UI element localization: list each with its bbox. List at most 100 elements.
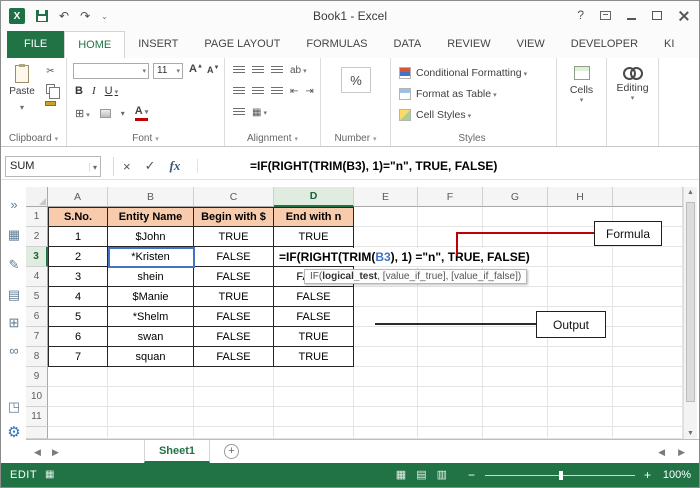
cell-B5[interactable]: $Manie — [108, 287, 194, 307]
binoculars-icon[interactable]: ∞ — [2, 343, 26, 359]
settings-gear-icon[interactable]: ⚙ — [2, 425, 26, 441]
decrease-indent-icon[interactable]: ⇤ — [290, 86, 298, 97]
conditional-formatting-button[interactable]: Conditional Formatting — [399, 64, 527, 82]
cell-G9[interactable] — [483, 367, 548, 387]
percent-style-button[interactable]: % — [341, 67, 371, 93]
vertical-scrollbar[interactable]: ▲ ▼ — [683, 187, 697, 439]
cell-B2[interactable]: $John — [108, 227, 194, 247]
cell-H3[interactable] — [548, 247, 613, 267]
expand-icon[interactable]: ◳ — [2, 399, 26, 415]
cell-C10[interactable] — [194, 387, 274, 407]
cell-G8[interactable] — [483, 347, 548, 367]
cell-C9[interactable] — [194, 367, 274, 387]
cell-D7[interactable]: TRUE — [274, 327, 354, 347]
row-header-8[interactable]: 8 — [26, 347, 48, 367]
increase-indent-icon[interactable]: ⇥ — [305, 86, 313, 97]
cell-E11[interactable] — [354, 407, 418, 427]
cell-F7[interactable] — [418, 327, 483, 347]
borders-icon[interactable]: ⊞ — [75, 107, 90, 120]
editing-button[interactable]: Editing ▾ — [607, 66, 658, 102]
font-color-button[interactable]: A — [135, 106, 148, 121]
tab-formulas[interactable]: FORMULAS — [293, 31, 380, 58]
select-all-corner[interactable] — [26, 187, 48, 207]
column-header-G[interactable]: G — [483, 187, 548, 207]
zoom-slider-thumb[interactable] — [559, 471, 563, 480]
tab-ki[interactable]: KI — [651, 31, 687, 58]
cell-partial-0[interactable] — [48, 427, 108, 439]
cell-I6[interactable] — [613, 307, 683, 327]
zoom-out-icon[interactable]: − — [468, 468, 475, 482]
chevron-down-icon[interactable]: ▾ — [121, 109, 125, 118]
align-left-icon[interactable] — [233, 87, 245, 96]
page-layout-view-icon[interactable]: ▤ — [416, 468, 426, 481]
macro-record-icon[interactable]: ▦ — [45, 469, 54, 480]
orientation-icon[interactable]: ab — [290, 65, 307, 76]
sheet-tab-sheet1[interactable]: Sheet1 — [144, 440, 210, 463]
cell-partial-1[interactable] — [108, 427, 194, 439]
cell-styles-button[interactable]: Cell Styles — [399, 106, 471, 124]
align-center-icon[interactable] — [252, 87, 264, 96]
cell-edit-formula[interactable]: =IF(RIGHT(TRIM(B3), 1) ="n", TRUE, FALSE… — [276, 248, 530, 266]
cell-E10[interactable] — [354, 387, 418, 407]
cell-A5[interactable]: 4 — [48, 287, 108, 307]
row-header-3[interactable]: 3 — [26, 247, 48, 267]
format-painter-icon[interactable] — [45, 101, 56, 106]
formula-input[interactable]: =IF(RIGHT(TRIM(B3), 1)="n", TRUE, FALSE) — [197, 159, 695, 173]
cell-B9[interactable] — [108, 367, 194, 387]
cell-H4[interactable] — [548, 267, 613, 287]
font-group-label[interactable]: Font — [67, 133, 224, 144]
cell-A3[interactable]: 2 — [48, 247, 108, 267]
cell-C4[interactable]: FALSE — [194, 267, 274, 287]
enter-icon[interactable]: ✓ — [145, 158, 156, 174]
cell-B4[interactable]: shein — [108, 267, 194, 287]
row-header-6[interactable]: 6 — [26, 307, 48, 327]
cut-icon[interactable]: ✂ — [46, 67, 54, 77]
ribbon-display-options-icon[interactable] — [600, 11, 611, 20]
copy-icon[interactable] — [46, 84, 55, 94]
row-header-11[interactable]: 11 — [26, 407, 48, 427]
cell-C11[interactable] — [194, 407, 274, 427]
cell-B6[interactable]: *Shelm — [108, 307, 194, 327]
row-header-1[interactable]: 1 — [26, 207, 48, 227]
tab-page-layout[interactable]: PAGE LAYOUT — [191, 31, 293, 58]
cell-partial-6[interactable] — [483, 427, 548, 439]
cell-B11[interactable] — [108, 407, 194, 427]
cell-G2[interactable] — [483, 227, 548, 247]
cell-partial-3[interactable] — [274, 427, 354, 439]
cell-partial-8[interactable] — [613, 427, 683, 439]
column-header-H[interactable]: H — [548, 187, 613, 207]
italic-button[interactable]: I — [92, 85, 96, 97]
name-box[interactable]: SUM ▾ — [5, 156, 101, 177]
cell-D10[interactable] — [274, 387, 354, 407]
cell-D6[interactable]: FALSE — [274, 307, 354, 327]
cell-H8[interactable] — [548, 347, 613, 367]
cell-A10[interactable] — [48, 387, 108, 407]
chevron-down-icon[interactable]: ▾ — [89, 163, 97, 172]
cell-I5[interactable] — [613, 287, 683, 307]
row-header-4[interactable]: 4 — [26, 267, 48, 287]
close-icon[interactable] — [678, 10, 689, 21]
cell-partial-2[interactable] — [194, 427, 274, 439]
cell-I9[interactable] — [613, 367, 683, 387]
cell-partial-7[interactable] — [548, 427, 613, 439]
cell-A7[interactable]: 6 — [48, 327, 108, 347]
cell-I10[interactable] — [613, 387, 683, 407]
cell-D8[interactable]: TRUE — [274, 347, 354, 367]
shrink-font-button[interactable]: A▼ — [207, 65, 219, 75]
grid-icon[interactable]: ⊞ — [2, 315, 26, 331]
vertical-scroll-thumb[interactable] — [686, 202, 695, 402]
number-group-label[interactable]: Number — [321, 133, 390, 144]
cell-C7[interactable]: FALSE — [194, 327, 274, 347]
cells-button[interactable]: Cells ▾ — [557, 66, 606, 104]
tab-view[interactable]: VIEW — [504, 31, 558, 58]
sheet-nav-right-icon[interactable]: ▶ — [52, 447, 59, 458]
insert-function-icon[interactable]: fx — [170, 158, 181, 174]
font-size-combo[interactable]: 11 — [153, 63, 183, 79]
tab-home[interactable]: HOME — [64, 31, 125, 58]
tab-review[interactable]: REVIEW — [434, 31, 503, 58]
cell-E2[interactable] — [354, 227, 418, 247]
column-header-filler[interactable] — [613, 187, 683, 207]
cell-A8[interactable]: 7 — [48, 347, 108, 367]
cell-E1[interactable] — [354, 207, 418, 227]
cell-I7[interactable] — [613, 327, 683, 347]
